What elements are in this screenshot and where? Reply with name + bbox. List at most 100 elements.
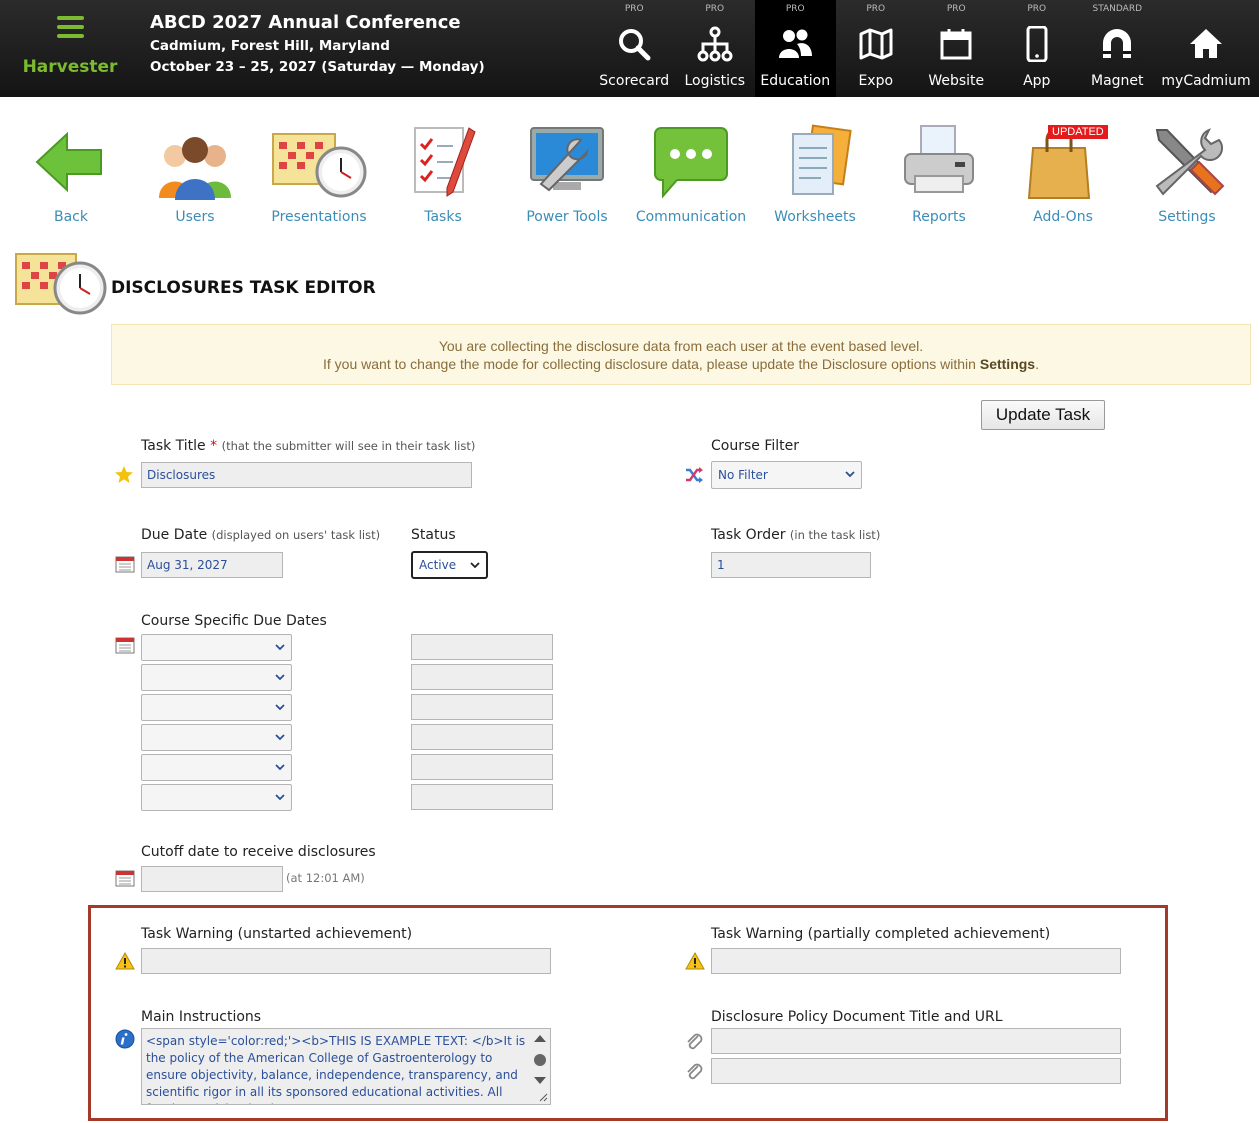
calendar-icon[interactable]	[115, 635, 135, 655]
event-location: Cadmium, Forest Hill, Maryland	[150, 38, 390, 54]
tool-label: Communication	[635, 209, 747, 225]
topnav-magnet[interactable]: STANDARD Magnet	[1077, 0, 1158, 97]
update-task-button[interactable]: Update Task	[981, 400, 1105, 430]
documents-icon	[792, 124, 852, 195]
settings-link[interactable]: Settings	[980, 356, 1035, 372]
task-order-hint: (in the task list)	[789, 528, 881, 542]
course-due-date-input[interactable]	[411, 664, 553, 690]
topnav-label: myCadmium	[1161, 73, 1251, 89]
users-group-icon	[159, 137, 231, 200]
event-info: ABCD 2027 Annual Conference Cadmium, For…	[150, 12, 485, 75]
policy-doc-title-input[interactable]	[711, 1028, 1121, 1054]
task-title-input[interactable]: Disclosures	[141, 462, 472, 488]
chat-bubble-icon	[654, 127, 728, 199]
info-icon	[115, 1029, 135, 1049]
warning-unstarted-input[interactable]	[141, 948, 551, 974]
tool-presentations[interactable]: Presentations	[257, 112, 381, 232]
warning-unstarted-label: Task Warning (unstarted achievement)	[141, 926, 413, 942]
course-due-date-input[interactable]	[411, 634, 553, 660]
course-due-date-input[interactable]	[411, 724, 553, 750]
task-title-label: Task Title * (that the submitter will se…	[141, 438, 475, 454]
course-due-dates-label: Course Specific Due Dates	[141, 613, 327, 629]
tool-label: Tasks	[424, 209, 462, 225]
chevron-down-icon	[275, 674, 285, 681]
topnav-mycadmium[interactable]: myCadmium	[1158, 0, 1255, 97]
topnav-label: App	[1023, 73, 1051, 89]
topnav-expo[interactable]: PRO Expo	[836, 0, 917, 97]
calendar-icon[interactable]	[115, 868, 135, 888]
cutoff-hint: (at 12:01 AM)	[286, 871, 365, 885]
status-label: Status	[411, 527, 456, 543]
task-order-input[interactable]: 1	[711, 552, 871, 578]
tool-label: Reports	[912, 209, 966, 225]
phone-icon	[1026, 26, 1048, 62]
course-select[interactable]	[141, 784, 292, 811]
warning-partial-input[interactable]	[711, 948, 1121, 974]
course-due-date-input[interactable]	[411, 694, 553, 720]
instructions-textarea[interactable]: <span style='color:red;'><b>THIS IS EXAM…	[141, 1028, 551, 1105]
tool-settings[interactable]: Settings	[1125, 112, 1249, 232]
topnav-logistics[interactable]: PRO Logistics	[675, 0, 756, 97]
tool-communication[interactable]: Communication	[629, 112, 753, 232]
event-title: ABCD 2027 Annual Conference	[150, 12, 461, 33]
topnav-app[interactable]: PRO App	[997, 0, 1078, 97]
course-select[interactable]	[141, 724, 292, 751]
tier-label: PRO	[785, 4, 805, 14]
top-bar: Harvester ABCD 2027 Annual Conference Ca…	[0, 0, 1259, 97]
tool-add-ons[interactable]: UPDATED Add-Ons	[1001, 112, 1125, 232]
topnav-education[interactable]: PRO Education	[755, 0, 836, 97]
instructions-text: <span style='color:red;'><b>THIS IS EXAM…	[146, 1034, 526, 1104]
scrollbar[interactable]	[532, 1032, 548, 1090]
printer-icon	[904, 125, 974, 193]
course-select[interactable]	[141, 664, 292, 691]
topnav-website[interactable]: PRO Website	[916, 0, 997, 97]
tier-label: PRO	[1027, 4, 1047, 14]
course-filter-select[interactable]: No Filter	[711, 461, 862, 489]
course-due-date-input[interactable]	[411, 784, 553, 810]
chevron-down-icon	[275, 644, 285, 651]
due-date-input[interactable]: Aug 31, 2027	[141, 552, 283, 578]
required-marker: *	[210, 438, 218, 454]
status-select[interactable]: Active	[411, 551, 488, 579]
brand-name: Harvester	[22, 57, 118, 77]
course-filter-label: Course Filter	[711, 438, 799, 454]
tool-row: Back Users Presentations Tasks Power Too…	[9, 112, 1249, 232]
warning-icon	[685, 951, 705, 970]
notice-period: .	[1035, 356, 1039, 372]
tool-users[interactable]: Users	[133, 112, 257, 232]
tool-label: Users	[175, 209, 215, 225]
chevron-down-icon	[275, 764, 285, 771]
tool-back[interactable]: Back	[9, 112, 133, 232]
instructions-label: Main Instructions	[141, 1009, 262, 1025]
event-dates: October 23 – 25, 2027 (Saturday — Monday…	[150, 59, 485, 75]
resize-handle-icon[interactable]	[539, 1093, 548, 1102]
topnav-scorecard[interactable]: PRO Scorecard	[594, 0, 675, 97]
course-due-date-input[interactable]	[411, 754, 553, 780]
warning-partial-label: Task Warning (partially completed achiev…	[711, 926, 1051, 942]
paperclip-icon	[687, 1033, 703, 1050]
cutoff-date-input[interactable]	[141, 866, 283, 892]
tool-reports[interactable]: Reports	[877, 112, 1001, 232]
tier-label: PRO	[624, 4, 644, 14]
tool-tasks[interactable]: Tasks	[381, 112, 505, 232]
page-title: DISCLOSURES TASK EDITOR	[111, 278, 376, 298]
magnet-icon	[1103, 29, 1132, 58]
tool-label: Back	[54, 209, 88, 225]
chevron-down-icon	[275, 794, 285, 801]
tool-power-tools[interactable]: Power Tools	[505, 112, 629, 232]
hamburger-menu-icon[interactable]	[57, 16, 84, 38]
cutoff-label: Cutoff date to receive disclosures	[141, 844, 376, 860]
tool-label: Presentations	[271, 209, 367, 225]
tool-worksheets[interactable]: Worksheets	[753, 112, 877, 232]
calendar-icon[interactable]	[115, 554, 135, 574]
course-select[interactable]	[141, 754, 292, 781]
due-date-hint: (displayed on users' task list)	[211, 528, 381, 542]
calendar-clock-icon	[272, 133, 367, 198]
brand[interactable]: Harvester	[0, 0, 140, 97]
shuffle-icon	[686, 467, 703, 483]
course-select[interactable]	[141, 694, 292, 721]
task-order-text: Task Order	[711, 527, 786, 543]
course-select[interactable]	[141, 634, 292, 661]
policy-doc-url-input[interactable]	[711, 1058, 1121, 1084]
paperclip-icon	[687, 1063, 703, 1080]
